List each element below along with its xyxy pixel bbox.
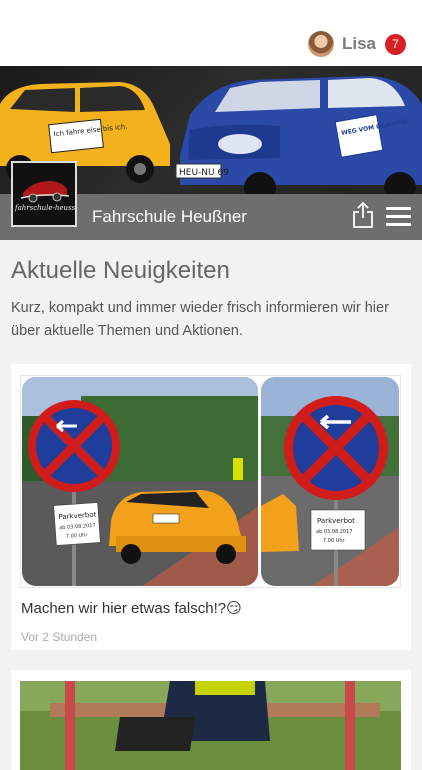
sign-right-time: 7.00 Uhr — [323, 538, 346, 544]
top-bar: Lisa 7 — [0, 0, 422, 66]
post-image-2[interactable] — [20, 681, 401, 770]
post-photo-collage: Parkverbot ab 03.08.2017 7.00 Uhr Parkve… — [22, 377, 399, 586]
sign-right-title: Parkverbot — [317, 517, 355, 525]
post-card-2[interactable] — [11, 670, 411, 770]
share-icon[interactable] — [351, 201, 375, 229]
post-timestamp: Vor 2 Stunden — [21, 630, 98, 644]
menu-icon[interactable] — [386, 207, 411, 227]
sign-right-date: ab 03.08.2017 — [316, 529, 352, 535]
blue-car-image: HEU-NU 69 WEG VOM GEHWEG! — [175, 76, 422, 194]
brand-name: Fahrschule Heußner — [92, 207, 247, 226]
car-plate: HEU-NU 69 — [179, 168, 229, 178]
post-card[interactable]: Parkverbot ab 03.08.2017 7.00 Uhr Parkve… — [11, 364, 411, 650]
notification-badge[interactable]: 7 — [385, 33, 406, 55]
avatar[interactable] — [307, 31, 334, 57]
brand-logo[interactable]: fahrschule-heussner.de — [11, 161, 77, 227]
section-title: Aktuelle Neuigkeiten — [11, 257, 230, 284]
logo-text: fahrschule-heussner.de — [15, 204, 76, 212]
user-name[interactable]: Lisa — [342, 34, 376, 54]
post-image[interactable]: Parkverbot ab 03.08.2017 7.00 Uhr Parkve… — [20, 375, 401, 588]
section-description: Kurz, kompakt und immer wieder frisch in… — [11, 300, 389, 339]
post-photo-2 — [20, 681, 401, 770]
user-menu[interactable]: Lisa 7 — [307, 29, 406, 59]
logo-car-icon — [13, 163, 75, 225]
post-text: Machen wir hier etwas falsch!?😏 — [21, 600, 242, 617]
